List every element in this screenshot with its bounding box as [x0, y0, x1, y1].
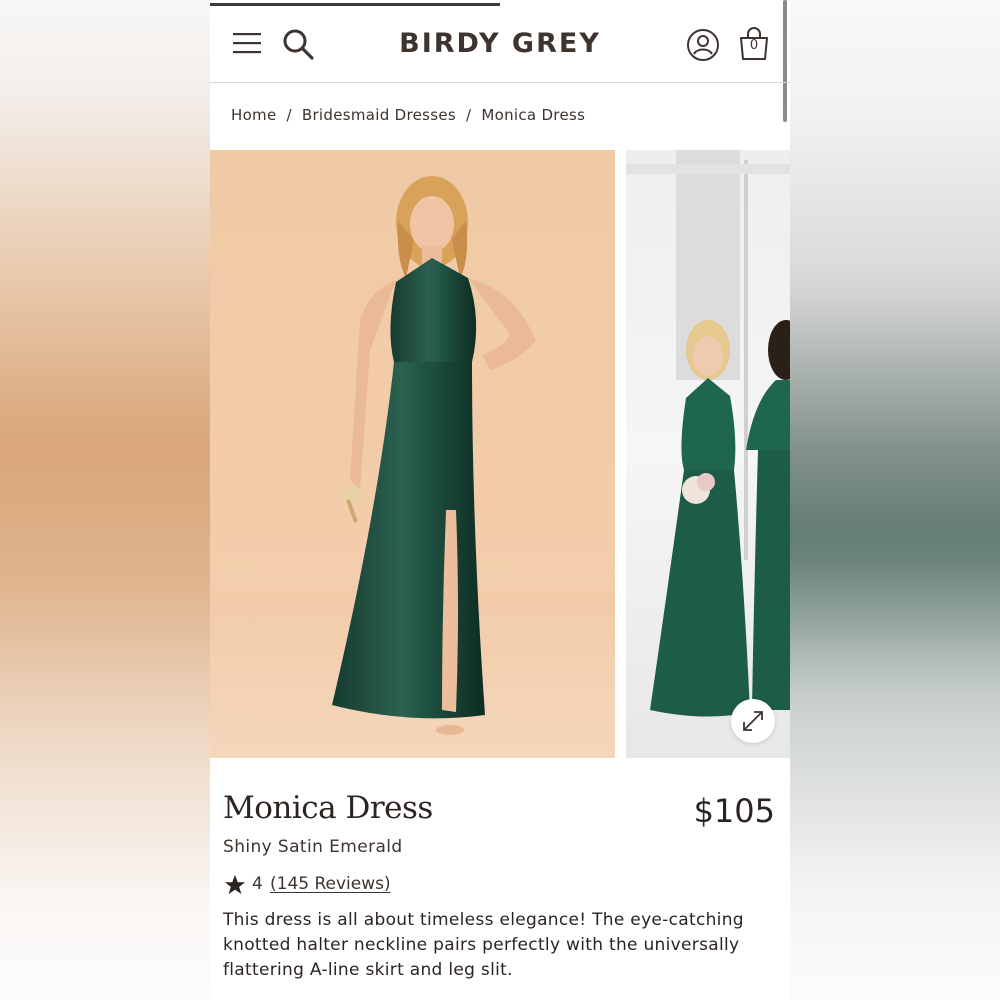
breadcrumb-bridesmaid-dresses[interactable]: Bridesmaid Dresses: [302, 106, 456, 124]
product-description: This dress is all about timeless eleganc…: [223, 910, 744, 980]
product-title: Monica Dress: [223, 790, 433, 826]
product-image-main[interactable]: [210, 150, 615, 758]
product-image-secondary[interactable]: [626, 150, 790, 758]
product-variant: Shiny Satin Emerald: [223, 837, 403, 857]
top-nav-bar: BIRDY GREY 0: [210, 8, 790, 83]
breadcrumb-current-page: Monica Dress: [481, 106, 586, 124]
cart-count-badge: 0: [749, 38, 759, 53]
account-icon[interactable]: [686, 28, 720, 62]
bridesmaids-illustration: [626, 150, 790, 717]
expand-gallery-button[interactable]: [731, 699, 775, 743]
breadcrumb-separator: /: [466, 106, 472, 124]
product-price: $105: [693, 792, 775, 830]
model-illustration: [210, 176, 615, 758]
star-icon: [224, 874, 246, 895]
breadcrumb-home[interactable]: Home: [231, 106, 277, 124]
expand-arrows-icon: [743, 711, 763, 731]
rating-value: 4: [252, 874, 263, 894]
page-progress-line: [210, 3, 500, 6]
reviews-link[interactable]: (145 Reviews): [270, 874, 391, 894]
mobile-screen: BIRDY GREY 0 Home / Bridesmaid Dresses / Mon…: [210, 0, 790, 1000]
breadcrumb-separator: /: [286, 106, 292, 124]
breadcrumb: Home / Bridesmaid Dresses / Monica Dress: [231, 106, 585, 124]
